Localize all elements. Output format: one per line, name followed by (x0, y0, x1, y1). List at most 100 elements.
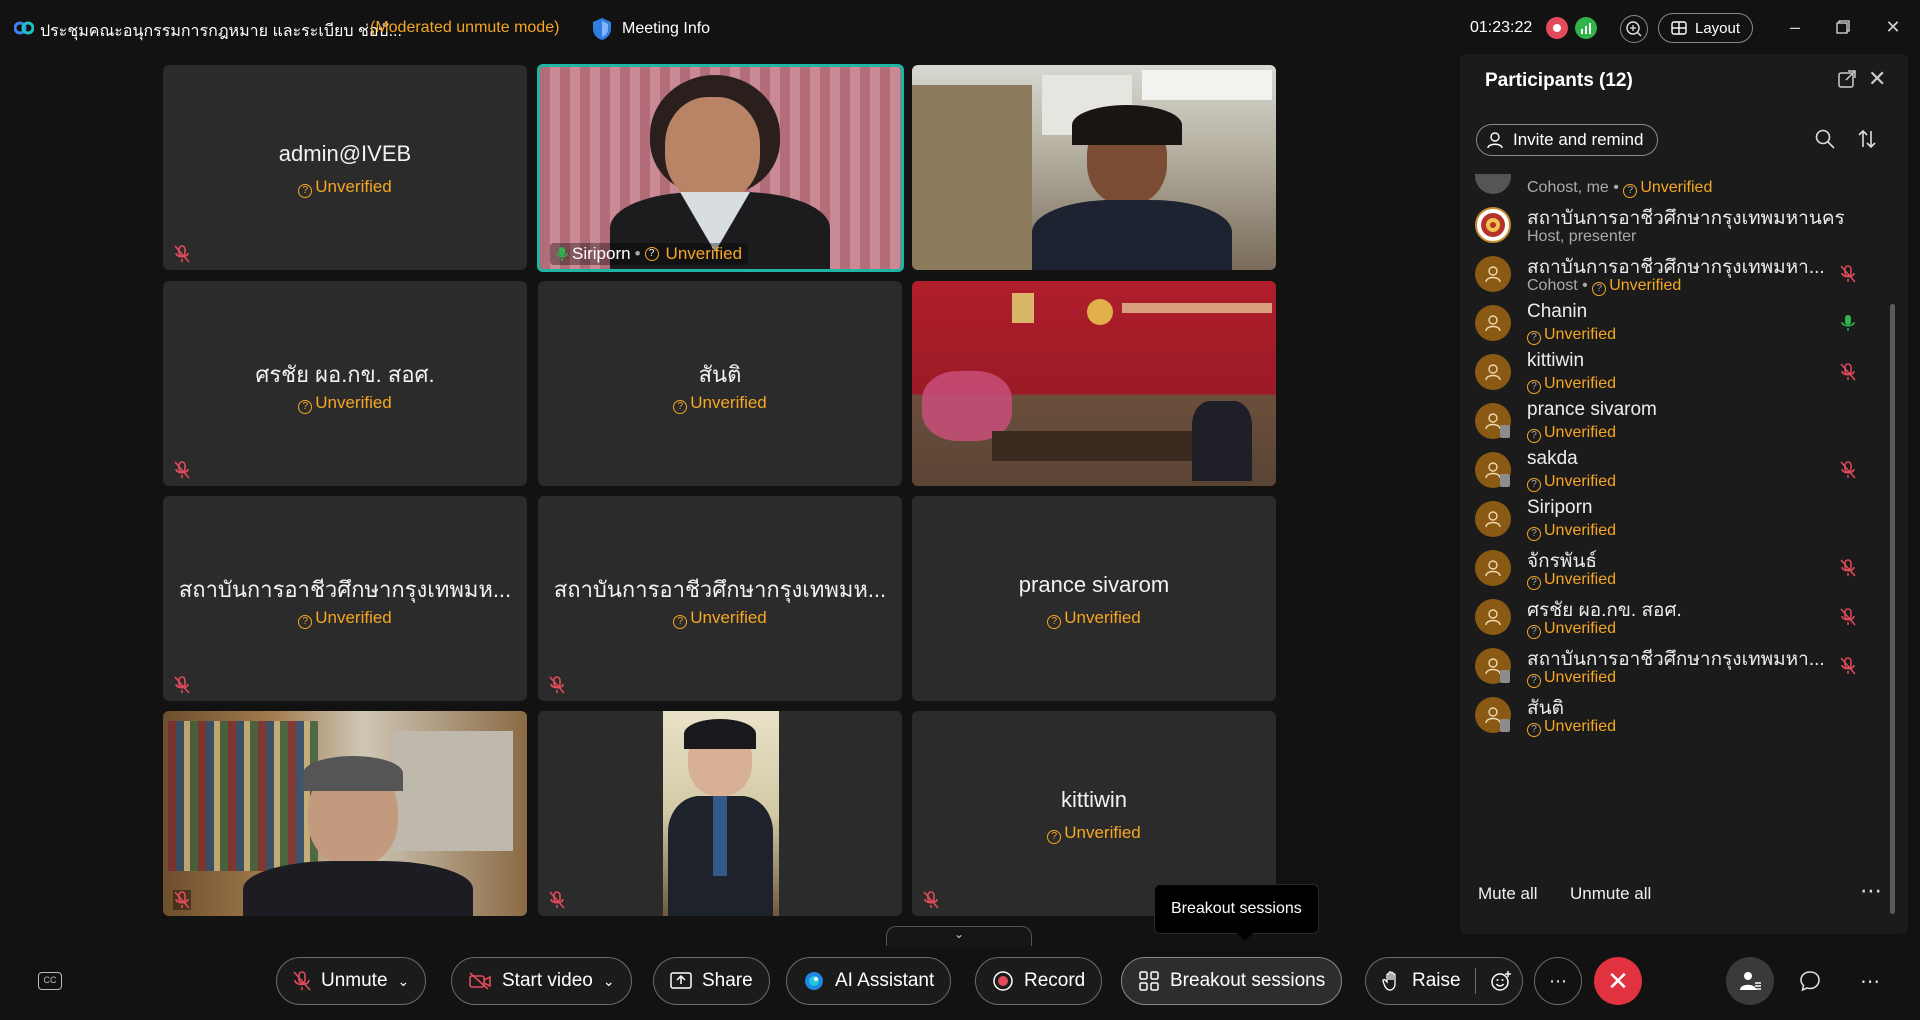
participant-status: ? Unverified (1527, 522, 1616, 541)
mic-muted-icon (549, 891, 565, 909)
participant-row[interactable]: Siriporn ? Unverified (1460, 495, 1890, 544)
participant-status: ? Unverified (1527, 375, 1616, 394)
invite-label: Invite and remind (1513, 130, 1644, 149)
mic-muted-icon[interactable] (1840, 656, 1856, 676)
share-label: Share (702, 970, 753, 991)
ai-assistant-icon (805, 972, 823, 990)
avatar (1475, 305, 1511, 341)
chevron-down-icon[interactable]: ⌄ (603, 973, 615, 990)
video-tile[interactable]: prance sivarom ? Unverified (912, 496, 1276, 701)
ai-assistant-label: AI Assistant (835, 970, 935, 991)
record-button[interactable]: Record (975, 957, 1103, 1005)
mic-muted-icon[interactable] (1840, 607, 1856, 627)
participant-row[interactable]: สถาบันการอาชีวศึกษากรุงเทพมหา... ? Unveri… (1460, 642, 1890, 691)
minimize-icon[interactable]: – (1782, 14, 1808, 40)
participant-row[interactable]: prance sivarom ? Unverified (1460, 397, 1890, 446)
unverified-icon: ? (1527, 625, 1541, 639)
pop-out-icon[interactable] (1836, 68, 1858, 90)
reactions-emoji-icon[interactable] (1490, 970, 1512, 992)
unverified-icon: ? (1527, 527, 1541, 541)
participant-row[interactable]: Chanin ? Unverified (1460, 299, 1890, 348)
participant-name: kittiwin (1527, 350, 1585, 371)
sort-icon[interactable] (1856, 128, 1878, 150)
video-tile[interactable]: สันติ ? Unverified (538, 281, 902, 486)
tile-status: ? Unverified (163, 177, 527, 198)
video-tile[interactable]: ศรชัย ผอ.กข. สอศ. ? Unverified (163, 281, 527, 486)
restore-icon[interactable] (1830, 14, 1856, 40)
unmute-all-button[interactable]: Unmute all (1570, 884, 1651, 904)
unverified-icon: ? (1527, 576, 1541, 590)
breakout-sessions-button[interactable]: Breakout sessions (1121, 957, 1343, 1005)
chat-icon[interactable] (1794, 965, 1826, 997)
unverified-icon: ? (298, 184, 313, 198)
meeting-window: ประชุมคณะอนุกรรมการกฎหมาย และระเบียบ ช่อ… (0, 0, 1920, 1020)
webex-logo-icon (14, 21, 34, 35)
video-tile[interactable]: สถาบันการอาชีวศึกษากรุงเทพมห... ? Unverif… (163, 496, 527, 701)
more-options-icon[interactable]: ⋯ (1534, 957, 1582, 1005)
participant-row[interactable]: ศรชัย ผอ.กข. สอศ. ? Unverified (1460, 593, 1890, 642)
leave-meeting-button[interactable]: ✕ (1594, 957, 1642, 1005)
participant-row[interactable]: kittiwin ? Unverified (1460, 348, 1890, 397)
mic-muted-icon[interactable] (1840, 264, 1856, 284)
mic-muted-icon[interactable] (1840, 558, 1856, 578)
unverified-icon: ? (1527, 723, 1541, 737)
participant-video (538, 711, 902, 916)
zoom-icon[interactable] (1620, 15, 1648, 43)
participant-role: Cohost, me • ? Unverified (1527, 179, 1713, 198)
mic-active-icon[interactable] (1840, 313, 1856, 333)
invite-and-remind-button[interactable]: Invite and remind (1476, 124, 1659, 156)
participant-list-scrollbar[interactable] (1890, 304, 1895, 914)
participant-role: Host, presenter (1527, 228, 1637, 245)
video-tile[interactable]: สถาบันการอาชีวศึกษากรุงเทพมห... ? Unverif… (538, 496, 902, 701)
video-tile-active-speaker[interactable]: Siriporn • ? Unverified (537, 64, 904, 272)
tile-status: ? Unverified (538, 393, 902, 414)
layout-button[interactable]: Layout (1658, 13, 1754, 43)
start-video-button[interactable]: Start video ⌄ (451, 957, 632, 1005)
unmute-button[interactable]: Unmute ⌄ (276, 957, 427, 1005)
mic-muted-icon (174, 461, 190, 479)
avatar (1475, 501, 1511, 537)
participant-status: ? Unverified (1527, 669, 1616, 688)
close-panel-icon[interactable]: ✕ (1868, 66, 1886, 92)
video-tile[interactable] (163, 711, 527, 916)
participant-row[interactable]: สถาบันการอาชีวศึกษากรุงเทพมหานคร Host, p… (1460, 201, 1890, 250)
participant-row[interactable]: จักรพันธ์ ? Unverified (1460, 544, 1890, 593)
close-window-icon[interactable]: ✕ (1880, 14, 1906, 40)
video-tile[interactable] (912, 281, 1276, 486)
tile-name: สันติ (698, 362, 742, 387)
participants-toggle-icon[interactable] (1726, 957, 1774, 1005)
closed-captions-icon[interactable]: CC (38, 972, 62, 990)
recording-indicator-icon[interactable] (1546, 17, 1568, 39)
chevron-down-icon[interactable]: ⌄ (398, 973, 410, 990)
toolbar-divider (1474, 968, 1476, 994)
more-panels-icon[interactable]: ⋯ (1854, 965, 1886, 997)
tile-name: สถาบันการอาชีวศึกษากรุงเทพมห... (553, 577, 887, 602)
participant-row[interactable]: sakda ? Unverified (1460, 446, 1890, 495)
mic-muted-icon[interactable] (1840, 460, 1856, 480)
raise-hand-button[interactable]: Raise (1365, 957, 1523, 1005)
participant-row[interactable]: สถาบันการอาชีวศึกษากรุงเทพมหา... Cohost … (1460, 250, 1890, 299)
collapse-toolbar-chevron-icon[interactable]: ⌄ (886, 926, 1032, 946)
participant-row[interactable]: สันติ ? Unverified (1460, 691, 1890, 740)
unverified-icon: ? (673, 400, 688, 414)
meeting-info-button[interactable]: Meeting Info (592, 16, 710, 42)
ai-assistant-button[interactable]: AI Assistant (786, 957, 952, 1005)
participant-row[interactable]: Cohost, me • ? Unverified (1460, 174, 1890, 201)
mic-muted-icon[interactable] (1840, 362, 1856, 382)
video-tile[interactable] (912, 65, 1276, 270)
mic-active-icon (556, 247, 568, 261)
participant-list: Cohost, me • ? Unverified สถาบันการอาชีวศ… (1460, 174, 1890, 914)
video-tile[interactable]: admin@IVEB ? Unverified (163, 65, 527, 270)
share-button[interactable]: Share (653, 957, 770, 1005)
avatar (1475, 550, 1511, 586)
tile-status: ? Unverified (912, 608, 1276, 629)
tile-status: ? Unverified (163, 393, 527, 414)
search-icon[interactable] (1814, 128, 1836, 150)
network-status-icon[interactable] (1575, 17, 1597, 39)
title-bar: ประชุมคณะอนุกรรมการกฎหมาย และระเบียบ ช่อ… (0, 0, 1920, 56)
mute-all-button[interactable]: Mute all (1478, 884, 1538, 904)
participant-video (912, 65, 1276, 270)
video-tile[interactable] (538, 711, 902, 916)
participant-status: ? Unverified (1527, 473, 1616, 492)
more-options-icon[interactable]: ⋯ (1860, 878, 1882, 904)
